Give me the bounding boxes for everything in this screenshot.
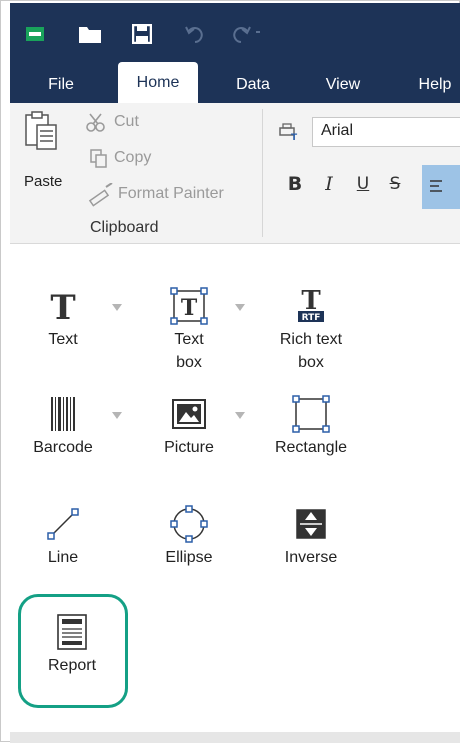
paste-button[interactable]: Paste [18,109,70,195]
ellipse-tool[interactable]: Ellipse [154,502,224,569]
open-folder-icon[interactable] [76,19,104,49]
quick-access-toolbar [10,3,460,67]
text-box-label-line1: Text [174,331,204,348]
group-separator [262,109,263,237]
rich-text-label-line2: box [298,354,324,371]
picture-tool[interactable]: Picture [154,392,224,459]
undo-icon[interactable] [182,19,210,49]
svg-text:T: T [181,295,198,321]
align-left-button[interactable] [422,165,460,209]
format-painter-label: Format Painter [118,185,224,202]
align-left-icon [430,180,442,192]
svg-text:T: T [50,289,75,323]
line-label: Line [47,549,79,566]
rectangle-icon [292,395,330,433]
text-box-label-line2: box [176,354,202,371]
tab-data[interactable]: Data [228,67,278,103]
tab-home[interactable]: Home [118,62,198,103]
picture-label: Picture [164,439,214,456]
font-printer-icon: T [279,123,298,141]
bold-button[interactable]: B [282,169,308,199]
app-window: File Home Data View Help Paste Cut Copy … [0,0,460,743]
report-highlight-outline [18,594,128,708]
format-painter-icon [88,183,113,207]
ribbon-home: Paste Cut Copy Format Painter Clipboard … [10,103,460,244]
underline-button[interactable]: U [350,169,376,199]
qat-dropdown-icon[interactable] [256,31,260,33]
ribbon-tabs: File Home Data View Help [10,62,460,103]
inverse-icon [296,509,326,539]
rectangle-tool[interactable]: Rectangle [266,392,356,459]
bottom-strip [10,732,460,743]
text-tool[interactable]: T Text [28,284,98,351]
cut-button[interactable]: Cut [86,111,166,135]
cut-label: Cut [114,113,139,130]
picture-dropdown-icon[interactable] [235,412,245,419]
italic-button[interactable]: I [316,169,342,199]
text-dropdown-icon[interactable] [112,304,122,311]
copy-label: Copy [114,149,152,166]
font-family-field[interactable]: Arial [312,117,460,147]
clipboard-group-label: Clipboard [90,219,159,236]
picture-icon [172,399,206,429]
line-icon [47,508,79,540]
barcode-icon [51,397,75,431]
paste-label: Paste [24,173,63,190]
inverse-label: Inverse [284,549,338,566]
app-icon[interactable] [22,19,48,49]
save-icon[interactable] [128,19,156,49]
rich-text-label-line1: Rich text [279,331,343,348]
tab-file[interactable]: File [38,67,84,103]
redo-icon[interactable] [226,19,254,49]
scissors-icon [86,113,105,132]
format-painter-button[interactable]: Format Painter [86,183,256,207]
strikethrough-button[interactable]: S [382,169,408,199]
ellipse-icon [170,505,208,543]
tab-help[interactable]: Help [412,67,458,103]
rectangle-label: Rectangle [274,439,348,456]
barcode-label: Barcode [33,439,93,456]
copy-button[interactable]: Copy [86,147,176,171]
text-icon: T [50,289,75,323]
ellipse-label: Ellipse [165,549,213,566]
rich-text-icon: T RTF [298,287,324,323]
rich-text-box-tool[interactable]: T RTF Rich text box [266,284,356,374]
text-box-tool[interactable]: T Text box [154,284,224,374]
text-tool-label: Text [48,331,78,348]
tab-view[interactable]: View [318,67,368,103]
barcode-tool[interactable]: Barcode [28,392,98,459]
inverse-tool[interactable]: Inverse [266,502,356,569]
copy-icon [90,149,107,168]
line-tool[interactable]: Line [28,502,98,569]
text-box-dropdown-icon[interactable] [235,304,245,311]
barcode-dropdown-icon[interactable] [112,412,122,419]
svg-text:T: T [291,133,298,141]
rtf-badge: RTF [302,313,321,323]
text-box-icon: T [170,287,208,325]
font-family-value: Arial [321,122,354,139]
